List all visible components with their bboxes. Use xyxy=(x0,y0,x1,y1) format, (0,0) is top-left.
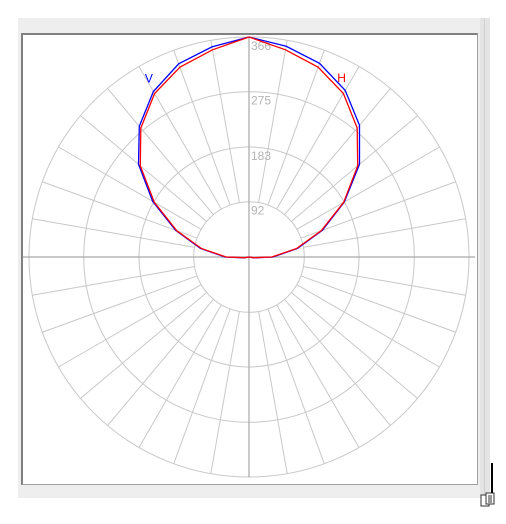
grid-spoke xyxy=(276,304,360,448)
ring-label-3: 275 xyxy=(251,94,271,108)
grid-spoke xyxy=(267,50,325,206)
series-label-V: V xyxy=(145,72,153,86)
grid-spoke xyxy=(42,181,198,239)
grid-spoke xyxy=(303,266,466,296)
grid-spoke xyxy=(58,146,202,230)
grid-spoke xyxy=(42,275,198,333)
polar-chart: 92183275366 VH xyxy=(23,36,475,478)
polar-plot-frame: 92 183 275 366 VH xyxy=(21,33,478,485)
grid-spoke xyxy=(296,146,440,230)
ring-labels: 92183275366 xyxy=(251,39,271,218)
grid-spoke xyxy=(210,40,240,203)
grid-spoke xyxy=(300,181,456,239)
grid-spoke xyxy=(32,266,195,296)
grid-spoke xyxy=(138,304,222,448)
grid-spoke xyxy=(173,308,231,464)
grid-spoke xyxy=(296,284,440,368)
grid-spoke xyxy=(258,311,288,474)
ring-label-2: 183 xyxy=(251,149,271,163)
grid-spoke xyxy=(138,66,222,210)
grid-spoke xyxy=(300,275,456,333)
grid-spoke xyxy=(173,50,231,206)
side-scroll-strip xyxy=(480,18,490,498)
copy-icon[interactable] xyxy=(480,492,496,508)
grid-spoke xyxy=(267,308,325,464)
series-label-H: H xyxy=(337,71,346,85)
grid-spoke xyxy=(258,40,288,203)
text-cursor-bar xyxy=(491,463,493,493)
ring-label-1: 92 xyxy=(251,204,265,218)
photometric-panel: 92 183 275 366 VH xyxy=(18,18,495,507)
grid-spoke xyxy=(276,66,360,210)
grid-spoke xyxy=(58,284,202,368)
grid-spoke xyxy=(210,311,240,474)
